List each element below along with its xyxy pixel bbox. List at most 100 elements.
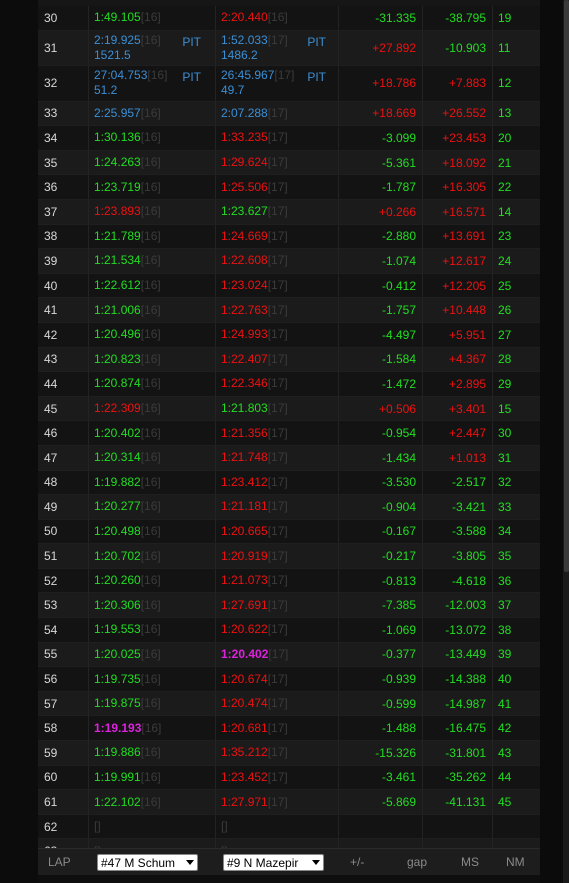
lap-diff-value: -0.904 bbox=[381, 499, 416, 514]
pit-marker: PIT bbox=[182, 34, 201, 49]
lap-diff: +27.892 bbox=[338, 30, 422, 66]
lap-time-value: 1:22.763 bbox=[221, 302, 268, 317]
gap: +7.883 bbox=[422, 66, 492, 101]
lap-number: 54 bbox=[38, 618, 88, 642]
lap-number-value: 43 bbox=[44, 352, 58, 367]
gap: +18.092 bbox=[422, 150, 492, 175]
lap-time-value: 1:20.314 bbox=[94, 450, 141, 465]
lap-time-value: 1:21.073 bbox=[221, 573, 268, 588]
driver2-lap-time: 1:27.691[17] bbox=[215, 593, 338, 618]
pit-marker: PIT bbox=[307, 70, 326, 85]
lap-time-value: 1:24.993 bbox=[221, 327, 268, 342]
ms-count: 27 bbox=[492, 322, 532, 347]
driver2-lap-time: 1:22.346[17] bbox=[215, 372, 338, 396]
lap-diff: -0.167 bbox=[338, 519, 422, 544]
lap-time-value: 1:22.612 bbox=[94, 278, 141, 293]
lap-time-value: 1:20.260 bbox=[94, 573, 141, 588]
position-tag: [16] bbox=[147, 68, 168, 83]
table-row: 54 1:19.553[16] 1:20.622[17] -1.069 -13.072 3… bbox=[38, 618, 540, 643]
lap-number: 37 bbox=[38, 200, 88, 224]
position-tag: [17] bbox=[267, 204, 288, 219]
lap-number-value: 54 bbox=[44, 622, 58, 637]
lap-time-value: 1:20.702 bbox=[94, 548, 141, 563]
gap-value: -14.987 bbox=[445, 696, 486, 711]
position-tag: [17] bbox=[267, 376, 288, 391]
position-tag: [16] bbox=[140, 105, 161, 120]
gap: +10.448 bbox=[422, 298, 492, 322]
lap-diff: -0.904 bbox=[338, 495, 422, 519]
driver2-select-value: #9 N Mazepir bbox=[227, 855, 299, 870]
ms-count bbox=[492, 814, 532, 839]
driver2-lap-time: 1:20.474[17] bbox=[215, 691, 338, 716]
ms-count-value: 29 bbox=[498, 376, 512, 391]
table-row: 40 1:22.612[16] 1:23.024[17] -0.412 +12.205 2… bbox=[38, 273, 540, 299]
lap-number-value: 31 bbox=[44, 40, 58, 55]
lap-number-value: 50 bbox=[44, 524, 58, 539]
driver1-lap-time: 1:20.498[16] bbox=[88, 519, 215, 544]
ms-count-value: 45 bbox=[498, 795, 512, 810]
table-footer: LAP #47 M Schum #9 N Mazepir +/- gap MS … bbox=[38, 848, 540, 875]
lap-diff: -15.326 bbox=[338, 741, 422, 765]
table-row: 30 1:49.105[16] 2:20.440[16] -31.335 -38.795… bbox=[38, 6, 540, 31]
lap-number-value: 32 bbox=[44, 76, 58, 91]
lap-diff: +0.266 bbox=[338, 199, 422, 224]
gap-value: +18.092 bbox=[442, 155, 486, 170]
lap-time-value: 2:19.925 bbox=[94, 32, 141, 47]
position-tag: [17] bbox=[267, 720, 288, 735]
ms-count: 43 bbox=[492, 741, 532, 765]
driver2-lap-time: 1:21.073[17] bbox=[215, 568, 338, 593]
ms-count: 19 bbox=[492, 6, 532, 30]
scrollbar-thumb[interactable] bbox=[564, 0, 569, 572]
driver1-select[interactable]: #47 M Schum bbox=[97, 854, 198, 871]
position-tag: [17] bbox=[267, 523, 288, 538]
lap-number-value: 57 bbox=[44, 696, 58, 711]
ms-count: 23 bbox=[492, 224, 532, 249]
lap-diff-value: -0.813 bbox=[381, 573, 416, 588]
gap-value: +13.691 bbox=[442, 229, 486, 244]
table-row: 55 1:20.025[16] 1:20.402[17] -0.377 -13.449 3… bbox=[38, 642, 540, 668]
pit-duration: 51.2 bbox=[94, 83, 118, 98]
position-tag: [16] bbox=[140, 376, 161, 391]
gap: +26.552 bbox=[422, 101, 492, 126]
gap: +2.447 bbox=[422, 421, 492, 445]
lap-diff: -7.385 bbox=[338, 593, 422, 618]
gap: +23.453 bbox=[422, 126, 492, 150]
driver2-select[interactable]: #9 N Mazepir bbox=[223, 854, 324, 871]
lap-number: 49 bbox=[38, 495, 88, 519]
lap-time-value: 1:22.102 bbox=[94, 794, 141, 809]
driver2-lap-time: 1:20.402[17] bbox=[215, 642, 338, 667]
lap-diff: -5.361 bbox=[338, 150, 422, 175]
table-row: 36 1:23.719[16] 1:25.506[17] -1.787 +16.305 2… bbox=[38, 175, 540, 200]
lap-time-value: 1:20.402 bbox=[221, 646, 269, 661]
gap: -14.388 bbox=[422, 667, 492, 691]
lap-diff: -3.461 bbox=[338, 765, 422, 790]
position-tag: [17] bbox=[267, 155, 288, 170]
lap-number-value: 52 bbox=[44, 573, 58, 588]
driver2-lap-time: [] bbox=[215, 814, 338, 839]
lap-time-value: 1:19.553 bbox=[94, 622, 141, 637]
lap-diff-value: -31.335 bbox=[375, 10, 416, 25]
driver1-lap-time: 1:49.105[16] bbox=[88, 6, 215, 30]
lap-diff-value: -0.412 bbox=[381, 278, 416, 293]
table-row: 37 1:23.893[16] 1:23.627[17] +0.266 +16.571 1… bbox=[38, 199, 540, 225]
lap-diff: -1.787 bbox=[338, 175, 422, 199]
driver1-lap-time: 1:22.612[16] bbox=[88, 273, 215, 298]
lap-diff-value: +0.266 bbox=[378, 204, 416, 219]
table-row: 41 1:21.006[16] 1:22.763[17] -1.757 +10.448 2… bbox=[38, 298, 540, 323]
chevron-down-icon bbox=[312, 860, 320, 865]
lap-time-value: 1:20.681 bbox=[221, 720, 268, 735]
gap-value: +10.448 bbox=[442, 303, 486, 318]
lap-number: 36 bbox=[38, 175, 88, 199]
ms-count: 36 bbox=[492, 568, 532, 593]
lap-diff: -1.584 bbox=[338, 347, 422, 372]
position-tag: [17] bbox=[267, 597, 288, 612]
page-left-margin bbox=[0, 0, 38, 883]
position-tag: [] bbox=[221, 819, 228, 834]
ms-count-value: 33 bbox=[498, 499, 512, 514]
ms-count: 28 bbox=[492, 347, 532, 372]
driver2-lap-time: 26:45.967[17] 49.7 PIT bbox=[215, 66, 338, 101]
driver1-lap-time: 1:19.886[16] bbox=[88, 741, 215, 765]
gap-value: +16.305 bbox=[442, 180, 486, 195]
position-tag: [16] bbox=[140, 597, 161, 612]
lap-diff-value: -1.069 bbox=[381, 622, 416, 637]
